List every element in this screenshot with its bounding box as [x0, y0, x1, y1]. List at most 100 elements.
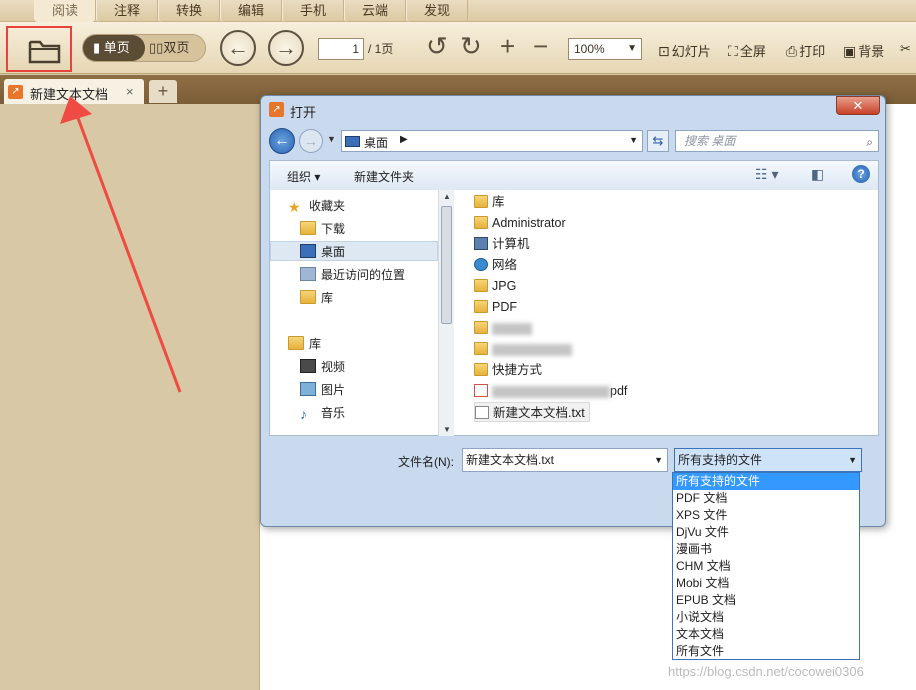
tree-item-downloads[interactable]: 下载 [300, 219, 345, 239]
filename-input[interactable]: 新建文本文档.txt ▼ [462, 448, 668, 472]
rotate-right-icon[interactable]: ↻ [460, 32, 482, 60]
filetype-option[interactable]: Mobi 文档 [673, 575, 859, 592]
tree-item-music[interactable]: ♪ 音乐 [300, 403, 345, 423]
tree-item-recent[interactable]: 最近访问的位置 [300, 265, 405, 285]
chevron-right-icon[interactable]: ▶ [400, 134, 408, 145]
zoom-select[interactable]: 100% ▼ [568, 38, 642, 60]
tree-item-videos[interactable]: 视频 [300, 357, 345, 377]
scroll-down-icon[interactable]: ▼ [443, 425, 451, 434]
star-icon: ★ [288, 199, 301, 215]
filetype-option[interactable]: XPS 文件 [673, 507, 859, 524]
zoom-in-icon[interactable]: + [500, 32, 515, 60]
filetype-option[interactable]: DjVu 文件 [673, 524, 859, 541]
chevron-down-icon[interactable]: ▼ [629, 135, 638, 145]
document-tab[interactable]: ↗ 新建文本文档 × [4, 79, 144, 104]
chevron-down-icon[interactable]: ▼ [654, 449, 663, 471]
refresh-icon: ⇆ [652, 133, 664, 148]
filetype-option[interactable]: CHM 文档 [673, 558, 859, 575]
address-segment[interactable]: 桌面 [364, 134, 388, 151]
scissors-icon[interactable]: ✂ [900, 41, 911, 57]
page-total: / 1页 [368, 42, 394, 56]
dialog-close-button[interactable]: ✕ [836, 96, 880, 115]
library-icon [474, 195, 488, 208]
tab-read[interactable]: 阅读 [34, 0, 96, 22]
pictures-icon [300, 382, 316, 396]
fullscreen-icon: ⛶ [728, 43, 738, 59]
folder-icon [474, 279, 488, 292]
tab-discover[interactable]: 发现 [406, 0, 468, 22]
file-item-library[interactable]: 库 [474, 192, 505, 212]
tree-item-desktop[interactable]: 桌面 [270, 241, 438, 261]
library-icon [300, 290, 316, 304]
desktop-icon [345, 136, 360, 147]
tab-annotate[interactable]: 注释 [96, 0, 158, 22]
refresh-button[interactable]: ⇆ [647, 130, 669, 152]
double-page-button[interactable]: ▯▯双页 [149, 35, 189, 61]
new-tab-button[interactable]: + [149, 80, 177, 103]
filetype-option[interactable]: 所有文件 [673, 643, 859, 660]
single-page-icon: ▮ [93, 40, 104, 55]
page-number-input[interactable]: 1 [318, 38, 364, 60]
fullscreen-button[interactable]: ⛶ 全屏 [728, 41, 766, 60]
tab-cloud[interactable]: 云端 [344, 0, 406, 22]
computer-icon [474, 237, 488, 250]
prev-page-button[interactable]: ← [220, 30, 256, 66]
downloads-folder-icon [300, 221, 316, 235]
tree-item-pictures[interactable]: 图片 [300, 380, 345, 400]
tab-convert[interactable]: 转换 [158, 0, 220, 22]
filetype-option[interactable]: 所有支持的文件 [673, 473, 859, 490]
help-icon[interactable]: ? [852, 165, 870, 183]
rotate-left-icon[interactable]: ↺ [426, 32, 448, 60]
tab-edit[interactable]: 编辑 [220, 0, 282, 22]
printer-icon: ⎙ [786, 43, 798, 59]
tree-scrollbar[interactable]: ▲ ▼ [438, 190, 454, 436]
filetype-option[interactable]: 文本文档 [673, 626, 859, 643]
background-button[interactable]: ▣ 背景 [843, 41, 884, 60]
file-item-jpg[interactable]: JPG [474, 276, 516, 296]
file-item-pdf-file[interactable]: pdf [474, 381, 627, 401]
filetype-option[interactable]: EPUB 文档 [673, 592, 859, 609]
preview-pane-icon[interactable]: ◧ [811, 166, 824, 183]
file-item-pdf-folder[interactable]: PDF [474, 297, 517, 317]
file-item-shortcuts[interactable]: 快捷方式 [474, 360, 542, 380]
close-icon[interactable]: × [126, 84, 134, 99]
zoom-out-icon[interactable]: − [533, 32, 548, 60]
history-dropdown-icon[interactable]: ▼ [327, 134, 336, 144]
chevron-down-icon[interactable]: ▼ [848, 449, 857, 471]
open-file-button[interactable] [6, 26, 72, 72]
scroll-up-icon[interactable]: ▲ [443, 192, 451, 201]
print-button[interactable]: ⎙ 打印 [786, 41, 825, 60]
redacted-text [492, 322, 532, 335]
forward-button[interactable]: → [299, 129, 323, 153]
single-page-button[interactable]: ▮ 单页 [83, 35, 145, 61]
dialog-title: 打开 [290, 105, 317, 120]
slideshow-button[interactable]: ⊡ 幻灯片 [658, 41, 711, 60]
tree-item-favorites[interactable]: ★ 收藏夹 [288, 196, 345, 216]
new-folder-button[interactable]: 新建文件夹 [354, 168, 414, 185]
tree-item-libraries[interactable]: 库 [288, 334, 321, 354]
arrow-right-icon: → [275, 35, 297, 60]
next-page-button[interactable]: → [268, 30, 304, 66]
filetype-option[interactable]: PDF 文档 [673, 490, 859, 507]
organize-button[interactable]: 组织 ▾ [287, 168, 320, 185]
file-item-computer[interactable]: 计算机 [474, 234, 530, 254]
file-item-administrator[interactable]: Administrator [474, 213, 566, 233]
view-options-icon[interactable]: ☷ ▾ [755, 166, 778, 183]
file-item-redacted-2[interactable] [474, 339, 572, 359]
back-button[interactable]: ← [269, 128, 295, 154]
file-item-network[interactable]: 网络 [474, 255, 517, 275]
filename-label: 文件名(N): [398, 455, 454, 469]
scrollbar-thumb[interactable] [441, 206, 452, 324]
file-item-txt[interactable]: 新建文本文档.txt [474, 402, 590, 422]
filetype-option[interactable]: 小说文档 [673, 609, 859, 626]
background-icon: ▣ [843, 43, 857, 59]
filetype-select[interactable]: 所有支持的文件 ▼ [674, 448, 862, 472]
file-item-redacted-1[interactable] [474, 318, 532, 338]
menu-tabs: 阅读 注释 转换 编辑 手机 云端 发现 [0, 0, 916, 22]
address-bar[interactable]: 桌面 ▶ ▼ [341, 130, 643, 152]
filetype-option[interactable]: 漫画书 [673, 541, 859, 558]
tab-mobile[interactable]: 手机 [282, 0, 344, 22]
search-input[interactable]: 搜索 桌面 ⌕ [675, 130, 879, 152]
tree-item-library-fav[interactable]: 库 [300, 288, 333, 308]
toolbar: ▮ 单页 ▯▯双页 ← → 1 / 1页 ↺ ↻ + − 100% ▼ ⊡ 幻灯片 … [0, 22, 916, 74]
